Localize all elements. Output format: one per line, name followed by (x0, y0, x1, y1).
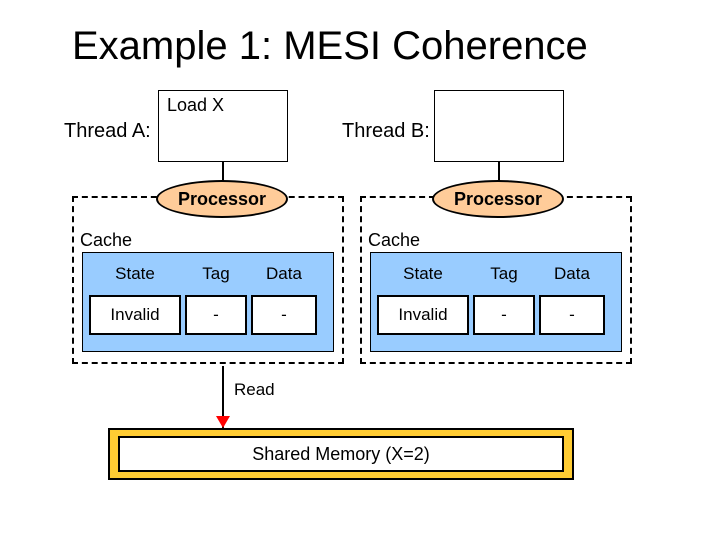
cache-a-container: Cache State Tag Data Invalid - - (72, 196, 344, 364)
cache-a-state: Invalid (89, 295, 181, 335)
cache-b-col-data: Data (539, 259, 605, 289)
table-row: Invalid - - (89, 295, 327, 335)
processor-a-label: Processor (178, 189, 266, 210)
table-row: Invalid - - (377, 295, 615, 335)
cache-b-table: State Tag Data Invalid - - (370, 252, 622, 352)
processor-a: Processor (156, 180, 288, 218)
thread-b-label: Thread B: (342, 120, 430, 143)
cache-a-col-state: State (89, 259, 181, 289)
cache-a-data: - (251, 295, 317, 335)
cache-b-col-tag: Tag (473, 259, 535, 289)
cache-a-col-data: Data (251, 259, 317, 289)
processor-b-label: Processor (454, 189, 542, 210)
read-label: Read (234, 380, 275, 400)
cache-b-tag: - (473, 295, 535, 335)
cache-a-header: State Tag Data (89, 259, 327, 289)
cache-a-tag: - (185, 295, 247, 335)
arrow-icon (216, 416, 230, 428)
shared-memory-box: Shared Memory (X=2) (108, 428, 574, 480)
cache-b-state: Invalid (377, 295, 469, 335)
thread-a-instruction-box: Load X (158, 90, 288, 162)
cache-a-col-tag: Tag (185, 259, 247, 289)
cache-a-table: State Tag Data Invalid - - (82, 252, 334, 352)
page-title: Example 1: MESI Coherence (72, 24, 588, 69)
shared-memory-text: Shared Memory (X=2) (118, 436, 564, 472)
thread-a-instruction: Load X (167, 95, 224, 115)
thread-a-label: Thread A: (64, 120, 151, 143)
cache-b-col-state: State (377, 259, 469, 289)
cache-b-container: Cache State Tag Data Invalid - - (360, 196, 632, 364)
processor-b: Processor (432, 180, 564, 218)
cache-b-header: State Tag Data (377, 259, 615, 289)
cache-b-label: Cache (368, 230, 420, 251)
thread-b-instruction-box (434, 90, 564, 162)
cache-a-label: Cache (80, 230, 132, 251)
cache-b-data: - (539, 295, 605, 335)
